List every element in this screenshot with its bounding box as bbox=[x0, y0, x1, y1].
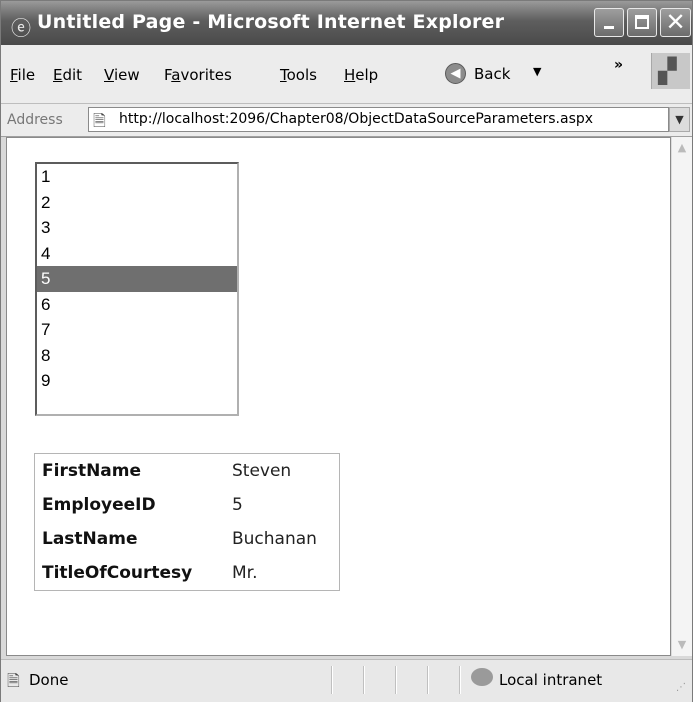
field-name: FirstName bbox=[42, 461, 142, 481]
menu-tools-rest: ools bbox=[286, 66, 317, 84]
list-item-8[interactable]: 8 bbox=[37, 343, 237, 369]
windows-flag-icon: ▞ bbox=[658, 57, 677, 85]
close-icon: ✕ bbox=[665, 8, 686, 36]
browser-window: ⓔ Untitled Page - Microsoft Internet Exp… bbox=[0, 0, 693, 702]
back-dropdown-icon[interactable]: ▼ bbox=[533, 65, 541, 78]
back-arrow-icon: ◀ bbox=[445, 63, 466, 84]
minimize-icon bbox=[604, 26, 614, 29]
minimize-button[interactable] bbox=[594, 8, 624, 37]
list-item-1[interactable]: 1 bbox=[37, 164, 237, 190]
status-divider bbox=[459, 666, 461, 694]
address-dropdown-button[interactable]: ▼ bbox=[669, 107, 690, 132]
menu-file-mnemonic: F bbox=[10, 66, 18, 84]
status-text: Done bbox=[29, 671, 69, 689]
close-button[interactable]: ✕ bbox=[660, 8, 691, 37]
list-item-6[interactable]: 6 bbox=[37, 292, 237, 318]
field-value: 5 bbox=[226, 488, 340, 522]
list-item-2[interactable]: 2 bbox=[37, 190, 237, 216]
menu-view[interactable]: View bbox=[104, 66, 140, 84]
scroll-up-icon[interactable]: ▲ bbox=[675, 141, 689, 155]
field-value: Mr. bbox=[226, 556, 340, 591]
menu-favorites[interactable]: Favorites bbox=[164, 66, 232, 84]
toolbar-overflow-chevron[interactable]: » bbox=[614, 57, 623, 73]
field-name: EmployeeID bbox=[34, 488, 226, 522]
menu-help[interactable]: Help bbox=[344, 66, 378, 84]
menu-bar: File Edit View Favorites Tools Help ◀ Ba… bbox=[1, 45, 692, 104]
list-item-7[interactable]: 7 bbox=[37, 317, 237, 343]
resize-grip-icon[interactable]: ⋰ bbox=[676, 682, 686, 693]
intranet-icon bbox=[471, 668, 493, 686]
employee-details-view: FirstName Steven EmployeeID 5 LastName B… bbox=[34, 453, 340, 591]
menu-edit-rest: dit bbox=[62, 66, 83, 84]
address-url[interactable]: http://localhost:2096/Chapter08/ObjectDa… bbox=[119, 111, 593, 127]
menu-tools-mnemonic: T bbox=[280, 66, 287, 84]
windows-logo-icon: ▞ bbox=[651, 53, 690, 89]
security-zone: Local intranet bbox=[499, 671, 603, 689]
address-label: Address bbox=[7, 112, 63, 128]
address-input[interactable]: 🗎 http://localhost:2096/Chapter08/Object… bbox=[88, 107, 669, 132]
menu-file[interactable]: File bbox=[10, 66, 35, 84]
list-item-3[interactable]: 3 bbox=[37, 215, 237, 241]
status-bar: 🗎 Done Local intranet ⋰ bbox=[1, 659, 692, 702]
page-done-icon: 🗎 bbox=[7, 671, 20, 690]
status-divider bbox=[363, 666, 365, 694]
status-divider bbox=[395, 666, 397, 694]
menu-view-mnemonic: V bbox=[104, 66, 114, 84]
maximize-icon bbox=[635, 15, 649, 29]
window-title: Untitled Page - Microsoft Internet Explo… bbox=[37, 11, 505, 33]
field-value: Buchanan bbox=[232, 529, 317, 549]
title-bar[interactable]: ⓔ Untitled Page - Microsoft Internet Exp… bbox=[1, 1, 692, 45]
field-name: TitleOfCourtesy bbox=[34, 556, 226, 591]
page-content: 1 2 3 4 5 6 7 8 9 FirstName Steven Emplo… bbox=[6, 137, 671, 656]
maximize-button[interactable] bbox=[627, 8, 657, 37]
menu-view-rest: iew bbox=[113, 66, 140, 84]
field-name: LastName bbox=[42, 529, 138, 549]
list-item-4[interactable]: 4 bbox=[37, 241, 237, 267]
list-item-9[interactable]: 9 bbox=[37, 368, 237, 394]
details-row: EmployeeID 5 bbox=[34, 488, 340, 522]
menu-favorites-rest: vorites bbox=[180, 66, 232, 84]
field-value: Steven bbox=[232, 461, 292, 481]
scroll-down-icon[interactable]: ▼ bbox=[675, 638, 689, 652]
back-label: Back bbox=[474, 65, 511, 83]
status-divider bbox=[331, 666, 333, 694]
menu-help-mnemonic: H bbox=[344, 66, 356, 84]
address-bar: Address 🗎 http://localhost:2096/Chapter0… bbox=[1, 104, 692, 137]
status-divider bbox=[427, 666, 429, 694]
menu-edit[interactable]: Edit bbox=[53, 66, 82, 84]
details-row: FirstName Steven bbox=[35, 454, 340, 489]
details-row: TitleOfCourtesy Mr. bbox=[34, 556, 340, 591]
menu-file-rest: ile bbox=[17, 66, 36, 84]
ie-icon: ⓔ bbox=[11, 16, 31, 40]
vertical-scrollbar[interactable]: ▲ ▼ bbox=[671, 137, 692, 656]
menu-tools[interactable]: Tools bbox=[280, 66, 317, 84]
list-item-5-selected[interactable]: 5 bbox=[37, 266, 237, 292]
details-row: LastName Buchanan bbox=[35, 522, 340, 556]
menu-help-rest: elp bbox=[355, 66, 379, 84]
employee-id-listbox[interactable]: 1 2 3 4 5 6 7 8 9 bbox=[35, 162, 239, 416]
page-icon: 🗎 bbox=[93, 111, 106, 130]
